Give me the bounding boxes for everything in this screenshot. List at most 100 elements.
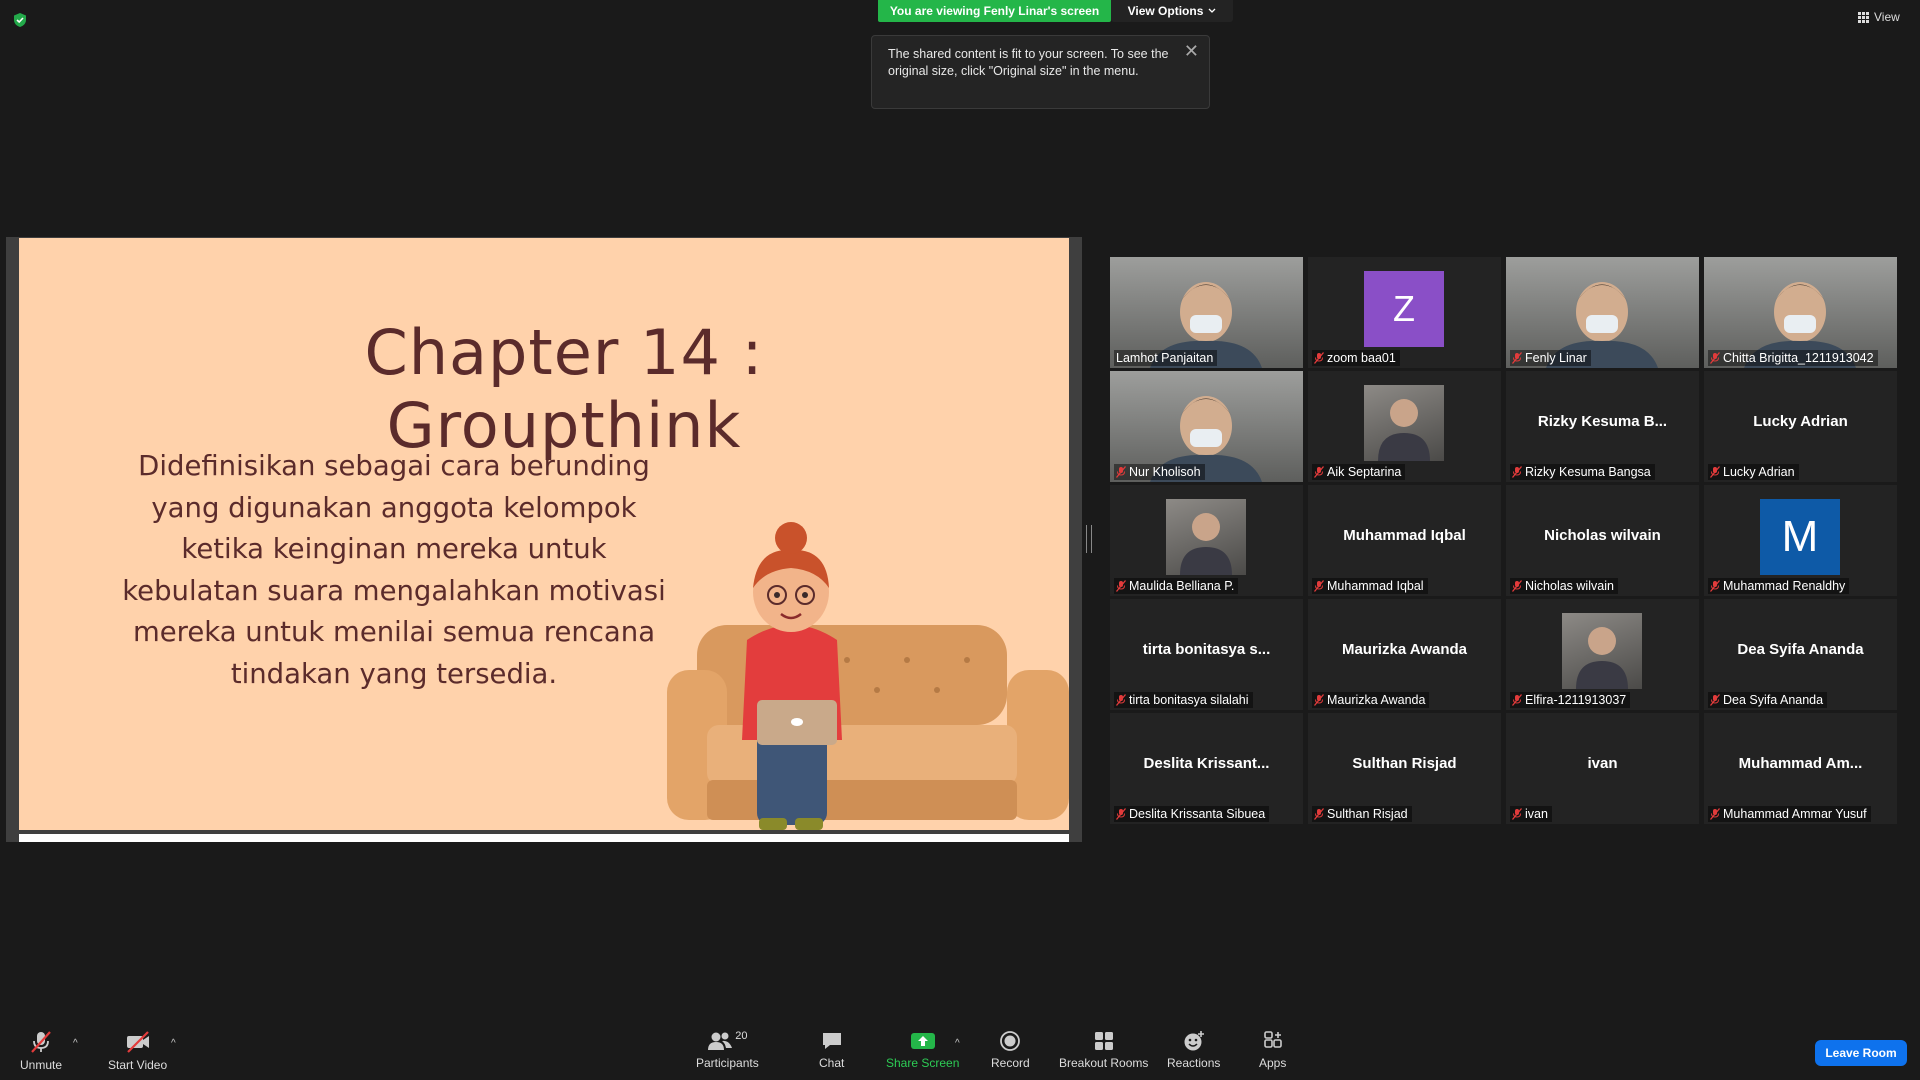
start-video-button[interactable]: Start Video (108, 1030, 167, 1072)
participant-tile[interactable]: M Muhammad Renaldhy (1704, 485, 1897, 596)
leave-room-button[interactable]: Leave Room (1815, 1040, 1907, 1066)
participant-tile[interactable]: Rizky Kesuma B... Rizky Kesuma Bangsa (1506, 371, 1699, 482)
share-screen-icon (910, 1033, 935, 1049)
participant-tile[interactable]: Zzoom baa01 (1308, 257, 1501, 368)
participant-tile[interactable]: Nur Kholisoh (1110, 371, 1303, 482)
view-label: View (1874, 10, 1900, 24)
meeting-toolbar (0, 1012, 1920, 1080)
microphone-muted-icon (1313, 352, 1325, 364)
participant-display-name: Rizky Kesuma B... (1537, 413, 1668, 430)
viewing-screen-banner: You are viewing Fenly Linar's screen (878, 0, 1111, 22)
participant-name: Lamhot Panjaitan (1116, 351, 1214, 365)
chat-button[interactable]: Chat (819, 1030, 844, 1070)
unmute-label: Unmute (20, 1058, 63, 1072)
view-options-button[interactable]: View Options (1111, 0, 1233, 22)
video-options-caret[interactable]: ^ (171, 1038, 176, 1049)
microphone-muted-icon (1511, 352, 1523, 364)
participant-tile[interactable]: Nicholas wilvain Nicholas wilvain (1506, 485, 1699, 596)
participants-count: 20 (735, 1030, 748, 1042)
security-shield-icon[interactable] (12, 12, 28, 28)
participant-tile[interactable]: Chitta Brigitta_1211913042 (1704, 257, 1897, 368)
participant-tile[interactable]: ivan ivan (1506, 713, 1699, 824)
participant-name: Dea Syifa Ananda (1723, 693, 1824, 707)
participant-name: tirta bonitasya silalahi (1129, 693, 1249, 707)
participant-name-label: Nur Kholisoh (1114, 464, 1205, 480)
participant-name-label: Fenly Linar (1510, 350, 1591, 366)
microphone-muted-icon (1709, 352, 1721, 364)
close-icon[interactable]: ✕ (1184, 42, 1199, 60)
reactions-button[interactable]: Reactions (1167, 1030, 1220, 1070)
participant-name: Muhammad Renaldhy (1723, 579, 1846, 593)
participant-tile[interactable]: tirta bonitasya s... tirta bonitasya sila… (1110, 599, 1303, 710)
unmute-button[interactable]: Unmute (20, 1030, 62, 1072)
resize-divider-handle[interactable] (1086, 525, 1092, 553)
record-label: Record (991, 1056, 1030, 1070)
participant-name-label: Muhammad Renaldhy (1708, 578, 1850, 594)
participant-name-label: ivan (1510, 806, 1552, 822)
participant-tile[interactable]: Sulthan Risjad Sulthan Risjad (1308, 713, 1501, 824)
participant-name: Lucky Adrian (1723, 465, 1795, 479)
participant-name-label: Muhammad Iqbal (1312, 578, 1428, 594)
participant-name: Rizky Kesuma Bangsa (1525, 465, 1651, 479)
participant-name-label: Nicholas wilvain (1510, 578, 1618, 594)
tooltip-text: The shared content is fit to your screen… (888, 47, 1169, 78)
participant-display-name: Nicholas wilvain (1544, 527, 1661, 544)
microphone-muted-icon (1511, 580, 1523, 592)
participant-name: zoom baa01 (1327, 351, 1396, 365)
reactions-smiley-icon (1184, 1031, 1204, 1051)
audio-options-caret[interactable]: ^ (73, 1038, 78, 1049)
record-button[interactable]: Record (991, 1030, 1030, 1070)
microphone-muted-icon (1115, 580, 1127, 592)
participant-tile[interactable]: Maurizka Awanda Maurizka Awanda (1308, 599, 1501, 710)
breakout-rooms-button[interactable]: Breakout Rooms (1059, 1030, 1148, 1070)
participant-tile[interactable]: Lucky Adrian Lucky Adrian (1704, 371, 1897, 482)
microphone-muted-icon (1115, 694, 1127, 706)
participants-button[interactable]: 20 Participants (696, 1030, 759, 1070)
profile-photo (1364, 385, 1444, 461)
participant-tile[interactable]: Fenly Linar (1506, 257, 1699, 368)
participant-display-name: Maurizka Awanda (1341, 641, 1468, 658)
participant-tile[interactable]: Elfira-1211913037 (1506, 599, 1699, 710)
participant-tile[interactable]: Dea Syifa Ananda Dea Syifa Ananda (1704, 599, 1897, 710)
participant-tile[interactable]: Deslita Krissant... Deslita Krissanta Sib… (1110, 713, 1303, 824)
slide-body-line: mereka untuk menilai semua rencana (132, 616, 656, 648)
participant-name-label: Sulthan Risjad (1312, 806, 1412, 822)
grid-view-icon (1858, 11, 1869, 23)
participant-name-label: Muhammad Ammar Yusuf (1708, 806, 1871, 822)
participant-tile[interactable]: Lamhot Panjaitan (1110, 257, 1303, 368)
participant-tile[interactable]: Aik Septarina (1308, 371, 1501, 482)
participant-name-label: Lucky Adrian (1708, 464, 1799, 480)
participant-display-name: Deslita Krissant... (1143, 755, 1270, 772)
participant-tile[interactable]: Muhammad Iqbal Muhammad Iqbal (1308, 485, 1501, 596)
participant-name: Maurizka Awanda (1327, 693, 1426, 707)
profile-photo (1562, 613, 1642, 689)
participant-name: Muhammad Ammar Yusuf (1723, 807, 1867, 821)
slide-body-line: ketika keinginan mereka untuk (181, 533, 607, 565)
slide-bottom-edge (19, 834, 1069, 842)
participants-label: Participants (696, 1056, 759, 1070)
participant-tile[interactable]: Muhammad Am... Muhammad Ammar Yusuf (1704, 713, 1897, 824)
participant-name: Sulthan Risjad (1327, 807, 1408, 821)
shared-slide[interactable]: Chapter 14 : Groupthink Didefinisikan se… (19, 238, 1069, 830)
participant-name: Elfira-1211913037 (1525, 693, 1627, 707)
participant-name: Maulida Belliana P. (1129, 579, 1235, 593)
participant-name-label: Chitta Brigitta_1211913042 (1708, 350, 1878, 366)
participant-name: Aik Septarina (1327, 465, 1402, 479)
view-layout-button[interactable]: View (1858, 10, 1900, 24)
slide-body: Didefinisikan sebagai cara berunding yan… (104, 446, 684, 695)
avatar: Z (1364, 271, 1444, 347)
video-off-icon (126, 1031, 149, 1053)
apps-button[interactable]: Apps (1259, 1030, 1286, 1070)
share-screen-button[interactable]: Share Screen (886, 1030, 959, 1070)
microphone-muted-icon (1709, 808, 1721, 820)
share-options-caret[interactable]: ^ (955, 1038, 960, 1049)
participant-tile[interactable]: Maulida Belliana P. (1110, 485, 1303, 596)
participant-name: Nicholas wilvain (1525, 579, 1614, 593)
start-video-label: Start Video (108, 1058, 168, 1072)
participant-display-name: ivan (1587, 755, 1618, 772)
reactions-label: Reactions (1167, 1056, 1221, 1070)
microphone-muted-icon (1313, 466, 1325, 478)
participant-name-label: Rizky Kesuma Bangsa (1510, 464, 1655, 480)
participant-name-label: Deslita Krissanta Sibuea (1114, 806, 1270, 822)
participant-name: Muhammad Iqbal (1327, 579, 1424, 593)
